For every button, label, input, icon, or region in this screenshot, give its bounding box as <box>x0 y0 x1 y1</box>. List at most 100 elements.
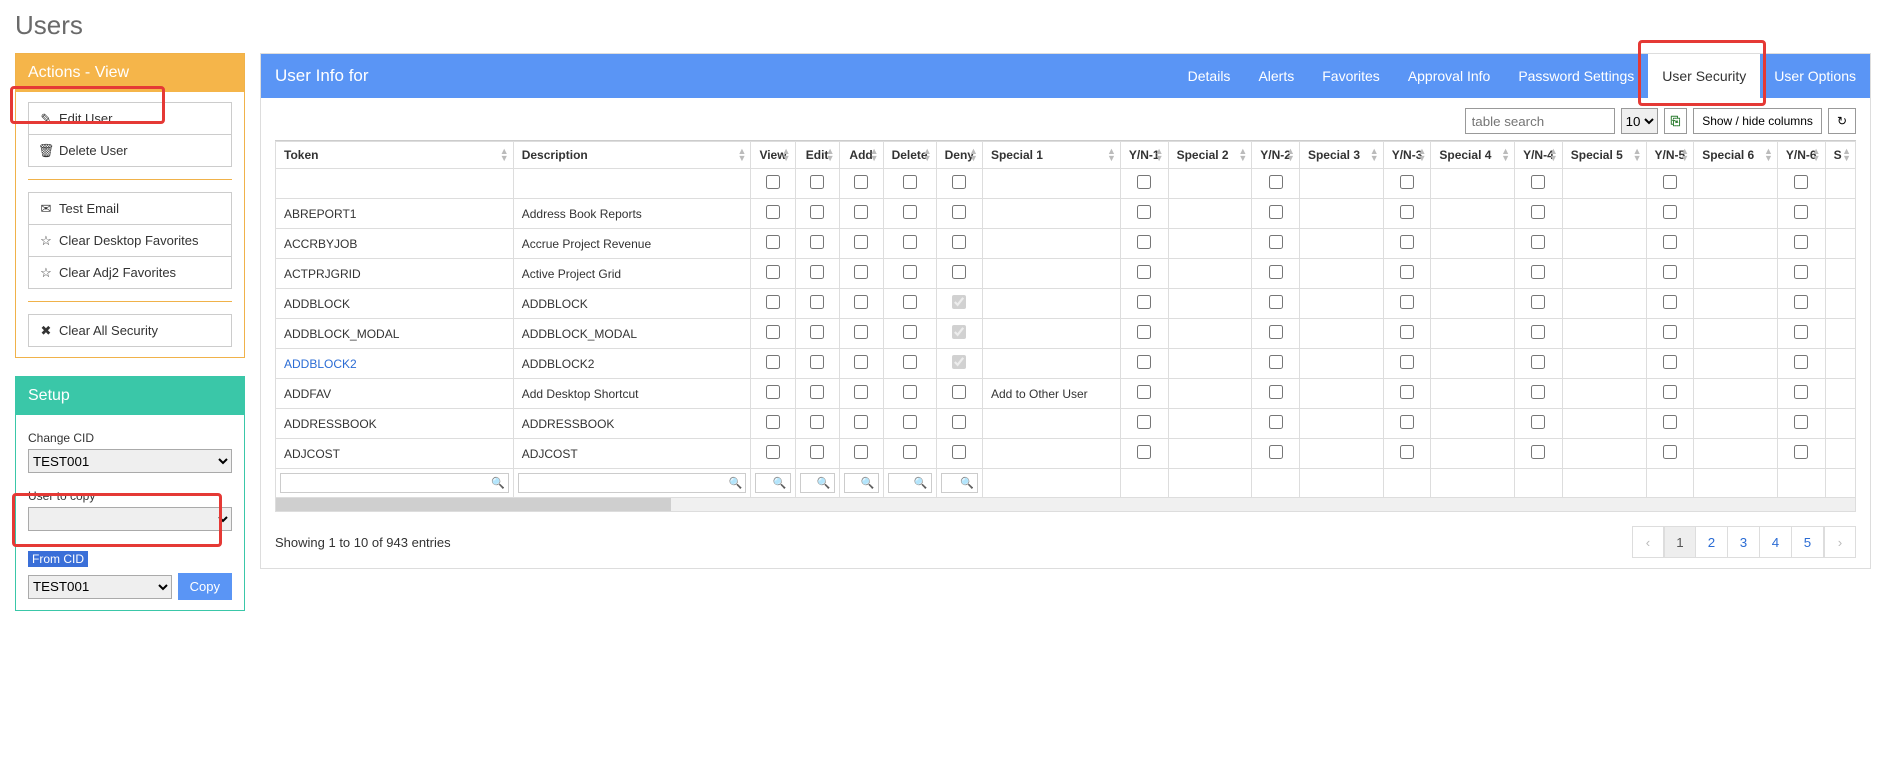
table-search-input[interactable] <box>1465 108 1615 134</box>
grid-checkbox[interactable] <box>1531 235 1545 249</box>
grid-checkbox[interactable] <box>810 385 824 399</box>
grid-checkbox[interactable] <box>766 385 780 399</box>
grid-checkbox[interactable] <box>1794 415 1808 429</box>
user-to-copy-select[interactable] <box>28 507 232 531</box>
grid-checkbox[interactable] <box>1531 205 1545 219</box>
grid-checkbox[interactable] <box>1531 355 1545 369</box>
column-header[interactable]: Description▲▼ <box>513 142 751 169</box>
grid-checkbox[interactable] <box>903 295 917 309</box>
grid-checkbox[interactable] <box>1531 175 1545 189</box>
grid-checkbox[interactable] <box>1269 205 1283 219</box>
page-prev-button[interactable]: ‹ <box>1632 526 1664 558</box>
test-email-button[interactable]: ✉ Test Email <box>28 192 232 225</box>
grid-checkbox[interactable] <box>1794 205 1808 219</box>
grid-checkbox[interactable] <box>1400 325 1414 339</box>
edit-user-button[interactable]: ✎ Edit User <box>28 102 232 135</box>
grid-checkbox[interactable] <box>854 265 868 279</box>
grid-checkbox[interactable] <box>854 415 868 429</box>
grid-checkbox[interactable] <box>1269 325 1283 339</box>
grid-checkbox[interactable] <box>854 295 868 309</box>
grid-checkbox[interactable] <box>1531 415 1545 429</box>
grid-checkbox[interactable] <box>810 205 824 219</box>
grid-checkbox[interactable] <box>1269 355 1283 369</box>
clear-adj2-fav-button[interactable]: ☆ Clear Adj2 Favorites <box>28 257 232 289</box>
grid-checkbox[interactable] <box>1400 355 1414 369</box>
grid-checkbox[interactable] <box>1137 235 1151 249</box>
grid-checkbox[interactable] <box>903 205 917 219</box>
column-header[interactable]: Special 2▲▼ <box>1168 142 1252 169</box>
grid-checkbox[interactable] <box>1531 385 1545 399</box>
grid-checkbox[interactable] <box>1663 175 1677 189</box>
grid-checkbox[interactable] <box>1269 235 1283 249</box>
grid-checkbox[interactable] <box>810 325 824 339</box>
grid-checkbox[interactable] <box>1269 415 1283 429</box>
grid-checkbox[interactable] <box>1400 295 1414 309</box>
grid-checkbox[interactable] <box>1400 415 1414 429</box>
page-button[interactable]: 3 <box>1728 526 1760 558</box>
grid-checkbox[interactable] <box>766 415 780 429</box>
tab-user-options[interactable]: User Options <box>1760 54 1870 98</box>
column-header[interactable]: Delete▲▼ <box>883 142 936 169</box>
grid-checkbox[interactable] <box>854 325 868 339</box>
column-header[interactable]: Token▲▼ <box>276 142 514 169</box>
column-header[interactable]: Deny▲▼ <box>936 142 982 169</box>
horizontal-scrollbar[interactable] <box>275 498 1856 512</box>
grid-checkbox[interactable] <box>903 355 917 369</box>
page-next-button[interactable]: › <box>1824 526 1856 558</box>
grid-checkbox[interactable] <box>1663 385 1677 399</box>
grid-checkbox[interactable] <box>854 445 868 459</box>
column-header[interactable]: Y/N-6▲▼ <box>1777 142 1825 169</box>
grid-checkbox[interactable] <box>766 235 780 249</box>
tab-details[interactable]: Details <box>1174 54 1245 98</box>
grid-checkbox[interactable] <box>903 415 917 429</box>
grid-checkbox[interactable] <box>1269 445 1283 459</box>
grid-checkbox[interactable] <box>952 295 966 309</box>
grid-checkbox[interactable] <box>1663 295 1677 309</box>
refresh-button[interactable]: ↻ <box>1828 108 1856 134</box>
tab-favorites[interactable]: Favorites <box>1308 54 1394 98</box>
column-filter-input[interactable] <box>844 473 879 493</box>
grid-checkbox[interactable] <box>903 325 917 339</box>
grid-checkbox[interactable] <box>1531 445 1545 459</box>
grid-checkbox[interactable] <box>1794 175 1808 189</box>
grid-checkbox[interactable] <box>1663 355 1677 369</box>
grid-checkbox[interactable] <box>1137 385 1151 399</box>
grid-checkbox[interactable] <box>1137 205 1151 219</box>
grid-checkbox[interactable] <box>810 265 824 279</box>
grid-checkbox[interactable] <box>1663 265 1677 279</box>
grid-checkbox[interactable] <box>1400 445 1414 459</box>
grid-checkbox[interactable] <box>766 295 780 309</box>
grid-checkbox[interactable] <box>1794 295 1808 309</box>
clear-all-security-button[interactable]: ✖ Clear All Security <box>28 314 232 347</box>
grid-checkbox[interactable] <box>952 265 966 279</box>
tab-alerts[interactable]: Alerts <box>1244 54 1308 98</box>
grid-checkbox[interactable] <box>766 325 780 339</box>
column-filter-input[interactable] <box>800 473 835 493</box>
grid-checkbox[interactable] <box>952 235 966 249</box>
grid-checkbox[interactable] <box>1269 295 1283 309</box>
grid-checkbox[interactable] <box>854 205 868 219</box>
column-header[interactable]: Special 3▲▼ <box>1299 142 1383 169</box>
delete-user-button[interactable]: 🗑 Delete User <box>28 135 232 167</box>
column-header[interactable]: Y/N-2▲▼ <box>1252 142 1300 169</box>
column-header[interactable]: Y/N-4▲▼ <box>1515 142 1563 169</box>
grid-checkbox[interactable] <box>810 355 824 369</box>
grid-checkbox[interactable] <box>903 175 917 189</box>
change-cid-select[interactable]: TEST001 <box>28 449 232 473</box>
grid-checkbox[interactable] <box>952 205 966 219</box>
grid-checkbox[interactable] <box>810 415 824 429</box>
grid-checkbox[interactable] <box>1137 295 1151 309</box>
show-hide-columns-button[interactable]: Show / hide columns <box>1693 108 1822 134</box>
column-filter-input[interactable] <box>755 473 790 493</box>
grid-checkbox[interactable] <box>1137 355 1151 369</box>
export-excel-button[interactable]: ⎘ <box>1664 108 1688 134</box>
grid-checkbox[interactable] <box>1663 445 1677 459</box>
column-header[interactable]: Y/N-5▲▼ <box>1646 142 1694 169</box>
copy-button[interactable]: Copy <box>178 573 232 600</box>
tab-approval-info[interactable]: Approval Info <box>1394 54 1505 98</box>
from-cid-select[interactable]: TEST001 <box>28 575 172 599</box>
grid-checkbox[interactable] <box>854 355 868 369</box>
column-header[interactable]: Special 6▲▼ <box>1694 142 1778 169</box>
grid-checkbox[interactable] <box>1663 235 1677 249</box>
grid-checkbox[interactable] <box>1794 235 1808 249</box>
